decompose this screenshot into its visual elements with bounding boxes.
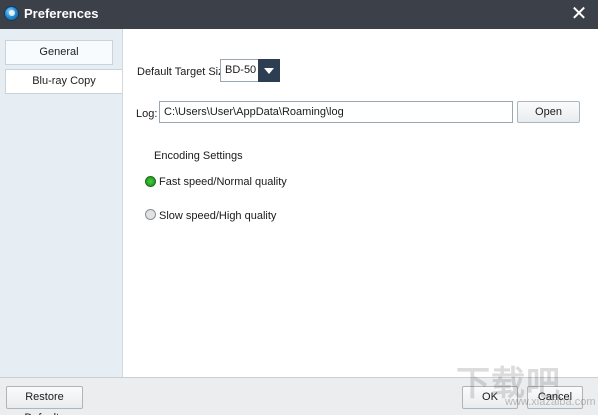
title-bar: Preferences ✕: [0, 0, 598, 29]
close-icon[interactable]: ✕: [566, 2, 592, 26]
target-size-value: BD-50: [225, 64, 257, 76]
chevron-down-icon[interactable]: [258, 59, 280, 82]
slow-speed-radio[interactable]: [145, 209, 156, 220]
globe-icon: [4, 6, 19, 21]
sidebar: General Blu-ray Copy: [0, 29, 123, 377]
slow-speed-label[interactable]: Slow speed/High quality: [159, 210, 276, 222]
encoding-settings-heading: Encoding Settings: [154, 150, 243, 162]
target-size-label: Default Target Size:: [137, 66, 233, 78]
restore-defaults-button[interactable]: Restore Defaults: [6, 386, 83, 415]
log-path-input[interactable]: [159, 101, 513, 123]
target-size-select[interactable]: BD-50: [220, 59, 280, 82]
watermark-url: www.xiazaiba.com: [505, 396, 596, 408]
window-title: Preferences: [24, 6, 99, 21]
sidebar-item-general[interactable]: General: [5, 40, 113, 65]
fast-speed-label[interactable]: Fast speed/Normal quality: [159, 176, 287, 188]
fast-speed-radio[interactable]: [145, 176, 156, 187]
log-label: Log:: [136, 108, 158, 120]
open-button[interactable]: Open: [517, 101, 580, 123]
sidebar-item-blu-ray-copy[interactable]: Blu-ray Copy: [5, 69, 122, 94]
settings-panel: Default Target Size: BD-50 Log: Open Enc…: [124, 29, 598, 377]
